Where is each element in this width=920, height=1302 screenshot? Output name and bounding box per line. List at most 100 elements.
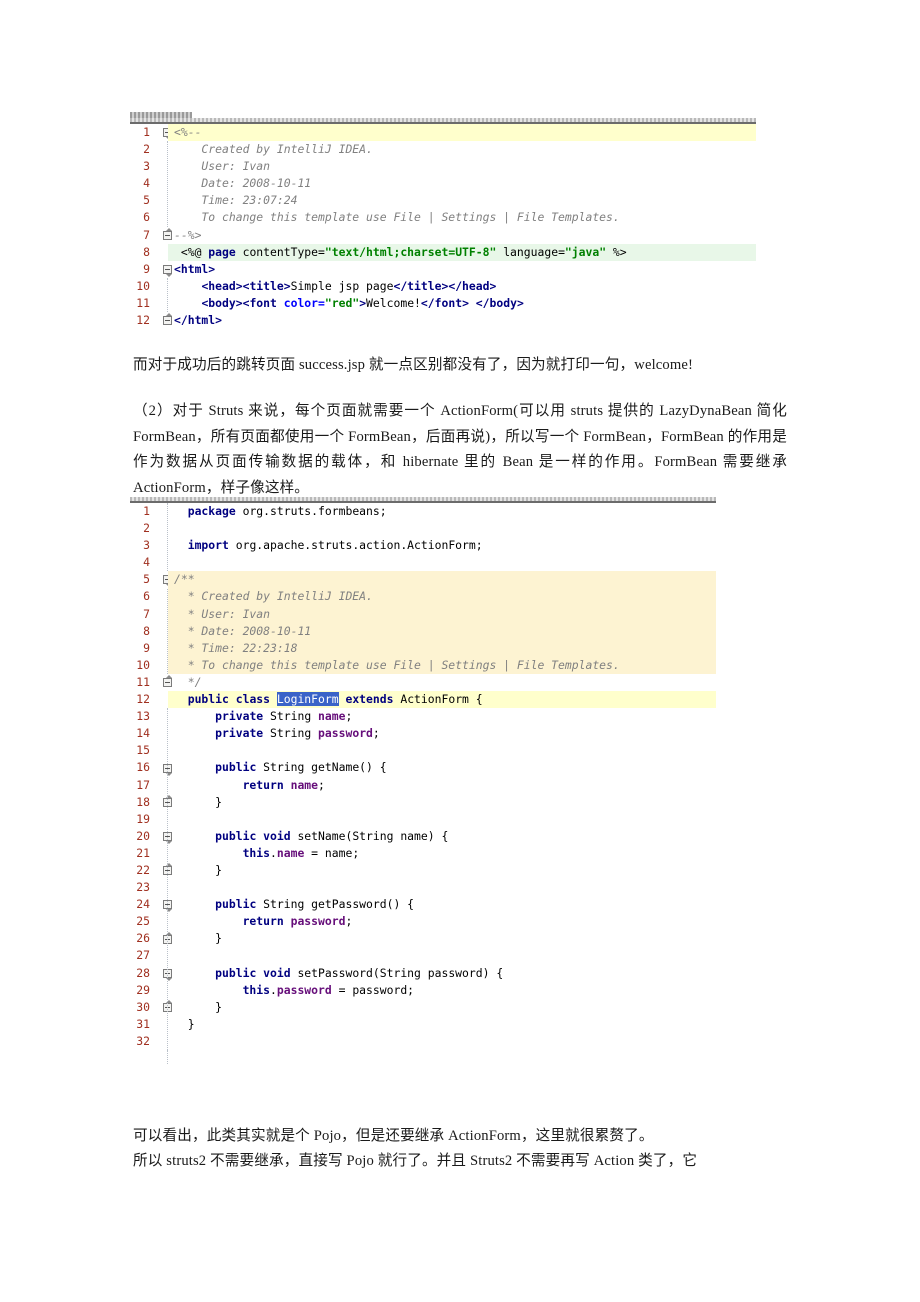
code-token: String [263, 726, 319, 741]
code-line[interactable]: public String getPassword() { [168, 896, 716, 913]
code-line[interactable]: } [168, 1016, 716, 1033]
line-number: 23 [136, 880, 150, 895]
code-token: password [290, 914, 346, 929]
code-line[interactable] [168, 879, 716, 896]
code-token: Created by IntelliJ IDEA. [174, 142, 373, 157]
code-line[interactable]: package org.struts.formbeans; [168, 503, 716, 520]
code-line[interactable]: /** [168, 571, 716, 589]
code-token: setPassword(String password) { [290, 965, 504, 980]
code-line[interactable]: this.name = name; [168, 845, 716, 862]
java-code-area[interactable]: package org.struts.formbeans; import org… [168, 503, 716, 1050]
code-line[interactable]: return name; [168, 777, 716, 794]
code-token: public [215, 897, 257, 912]
line-number: 1 [143, 504, 150, 518]
code-line[interactable] [168, 947, 716, 964]
line-number: 2 [143, 521, 150, 536]
line-number: 25 [136, 914, 150, 929]
line-number: 31 [136, 1016, 150, 1031]
code-token: "red" [324, 295, 360, 310]
code-line[interactable]: } [168, 794, 716, 811]
code-token: Welcome! [366, 295, 421, 310]
code-token: extends [345, 692, 394, 707]
code-token: Time: 23:07:24 [174, 193, 298, 208]
code-token: ActionForm { [393, 692, 483, 707]
code-token: --%> [174, 227, 202, 242]
code-line[interactable] [168, 811, 716, 828]
code-line[interactable]: private String password; [168, 725, 716, 742]
line-number: 29 [136, 982, 150, 997]
code-line[interactable]: } [168, 862, 716, 879]
code-line[interactable]: Date: 2008-10-11 [168, 175, 756, 192]
code-line[interactable]: */ [168, 674, 716, 691]
code-line[interactable]: public String getName() { [168, 759, 716, 776]
line-number: 9 [143, 261, 150, 276]
code-line[interactable]: <%-- [168, 124, 756, 142]
code-line[interactable]: Created by IntelliJ IDEA. [168, 141, 756, 158]
line-number: 6 [143, 210, 150, 225]
code-token: String [263, 709, 319, 724]
line-number: 1 [143, 125, 150, 139]
paragraph-struts2-no-inherit: 所以 struts2 不需要继承，直接写 Pojo 就行了。并且 Struts2… [133, 1153, 698, 1169]
code-line[interactable]: this.password = password; [168, 982, 716, 999]
code-token: private [215, 726, 264, 741]
code-line[interactable]: <html> [168, 261, 756, 278]
code-line[interactable] [168, 520, 716, 537]
code-line[interactable]: private String name; [168, 708, 716, 725]
code-line[interactable]: public class LoginForm extends ActionFor… [168, 691, 716, 709]
line-number: 9 [143, 640, 150, 655]
code-line[interactable]: import org.apache.struts.action.ActionFo… [168, 537, 716, 554]
code-token: org.apache.struts.action.ActionForm; [228, 538, 483, 553]
code-line[interactable]: public void setName(String name) { [168, 828, 716, 845]
code-line[interactable]: <%@ page contentType="text/html;charset=… [168, 243, 756, 261]
code-token: <head><title> [201, 278, 291, 293]
code-token: return [242, 914, 284, 929]
java-line-number-gutter: 1 2 3 4 5 6 7 8 9 10 11 12 13 14 15 16 17 18 19 20 21 22 23 24 2… [116, 503, 152, 1050]
code-token: </body> [475, 295, 524, 310]
code-token: public class [187, 692, 271, 707]
code-token: User: Ivan [174, 159, 271, 174]
code-line[interactable] [168, 1033, 716, 1050]
code-line[interactable] [168, 554, 716, 571]
code-line[interactable]: To change this template use File | Setti… [168, 209, 756, 226]
code-token: contentType= [235, 244, 325, 259]
code-line[interactable]: public void setPassword(String password)… [168, 965, 716, 982]
code-token: To change this template use File | Setti… [174, 210, 620, 225]
code-line[interactable]: --%> [168, 227, 756, 244]
paragraph-pojo-conclusion: 可以看出，此类其实就是个 Pojo，但是还要继承 ActionForm，这里就很… [133, 1128, 654, 1144]
code-token: this [242, 845, 271, 860]
line-number: 21 [136, 845, 150, 860]
line-number: 5 [143, 193, 150, 208]
jsp-code-editor[interactable]: 1 2 3 4 5 6 7 8 9 10 11 12 <%-- Created by IntelliJ… [130, 112, 756, 332]
code-line[interactable]: * Date: 2008-10-11 [168, 622, 716, 640]
code-token: import [187, 538, 229, 553]
code-token: ; [345, 914, 353, 929]
code-line[interactable]: * To change this template use File | Set… [168, 656, 716, 674]
code-line[interactable]: } [168, 999, 716, 1016]
code-line[interactable]: <body><font color="red">Welcome!</font> … [168, 295, 756, 312]
line-number: 20 [136, 828, 150, 843]
line-number: 10 [136, 278, 150, 293]
code-line[interactable]: return password; [168, 913, 716, 930]
code-token: * Time: 22:23:18 [174, 640, 298, 655]
code-line[interactable] [168, 742, 716, 759]
code-line[interactable]: } [168, 930, 716, 947]
jsp-code-area[interactable]: <%-- Created by IntelliJ IDEA. User: Iva… [168, 124, 756, 329]
line-number: 3 [143, 159, 150, 174]
code-line[interactable]: Time: 23:07:24 [168, 192, 756, 209]
indent-guide-tail [167, 1050, 168, 1065]
code-line[interactable]: User: Ivan [168, 158, 756, 175]
java-code-editor[interactable]: 1 2 3 4 5 6 7 8 9 10 11 12 13 14 15 16 17 18 19 20 21 22 23 24 2… [130, 497, 716, 1077]
code-line[interactable]: </html> [168, 312, 756, 329]
code-token: <html> [174, 261, 216, 276]
code-token: . [270, 982, 277, 997]
code-line[interactable]: * User: Ivan [168, 605, 716, 623]
code-line[interactable]: * Time: 22:23:18 [168, 639, 716, 657]
code-line[interactable]: <head><title>Simple jsp page</title></he… [168, 278, 756, 295]
code-line[interactable]: * Created by IntelliJ IDEA. [168, 588, 716, 606]
